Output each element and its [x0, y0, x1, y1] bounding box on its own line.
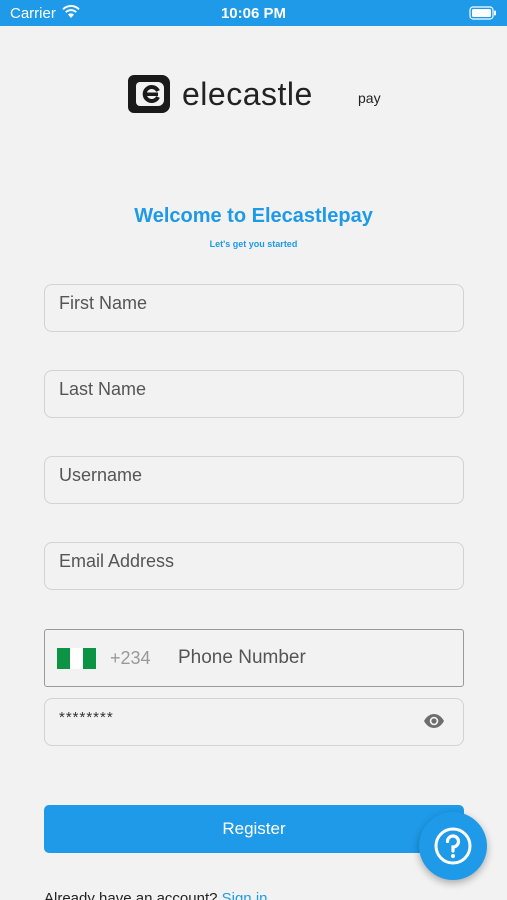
username-input[interactable] — [59, 461, 429, 489]
page-title: Welcome to Elecastlepay — [134, 205, 373, 227]
last-name-field[interactable] — [44, 370, 464, 418]
username-field[interactable] — [44, 456, 464, 504]
elecastlepay-logo: elecastle pay — [126, 72, 396, 116]
signin-prompt: Already have an account? Sign in — [44, 890, 268, 900]
question-circle-icon — [434, 827, 472, 865]
first-name-field[interactable] — [44, 284, 464, 332]
phone-field[interactable]: +234 — [44, 629, 464, 687]
email-field[interactable] — [44, 542, 464, 590]
register-button[interactable]: Register — [44, 805, 464, 853]
password-input[interactable] — [59, 703, 429, 731]
battery-icon — [469, 6, 497, 25]
brand-suffix: pay — [358, 90, 381, 106]
help-button[interactable] — [419, 812, 487, 880]
password-field[interactable] — [44, 698, 464, 746]
clock-time: 10:06 PM — [220, 5, 287, 22]
brand-name: elecastle — [182, 76, 313, 112]
last-name-input[interactable] — [59, 375, 429, 403]
email-input[interactable] — [59, 547, 429, 575]
status-bar: Carrier 10:06 PM — [0, 0, 507, 26]
nigeria-flag-icon[interactable] — [57, 648, 96, 669]
eye-icon[interactable] — [423, 713, 445, 734]
signin-prompt-text: Already have an account? — [44, 890, 218, 900]
signin-link[interactable]: Sign in — [222, 890, 268, 900]
page-subtitle: Let's get you started — [209, 239, 298, 249]
phone-input[interactable] — [178, 645, 438, 671]
dial-code: +234 — [110, 648, 151, 668]
elecastle-mark-icon — [128, 75, 170, 113]
first-name-input[interactable] — [59, 289, 429, 317]
